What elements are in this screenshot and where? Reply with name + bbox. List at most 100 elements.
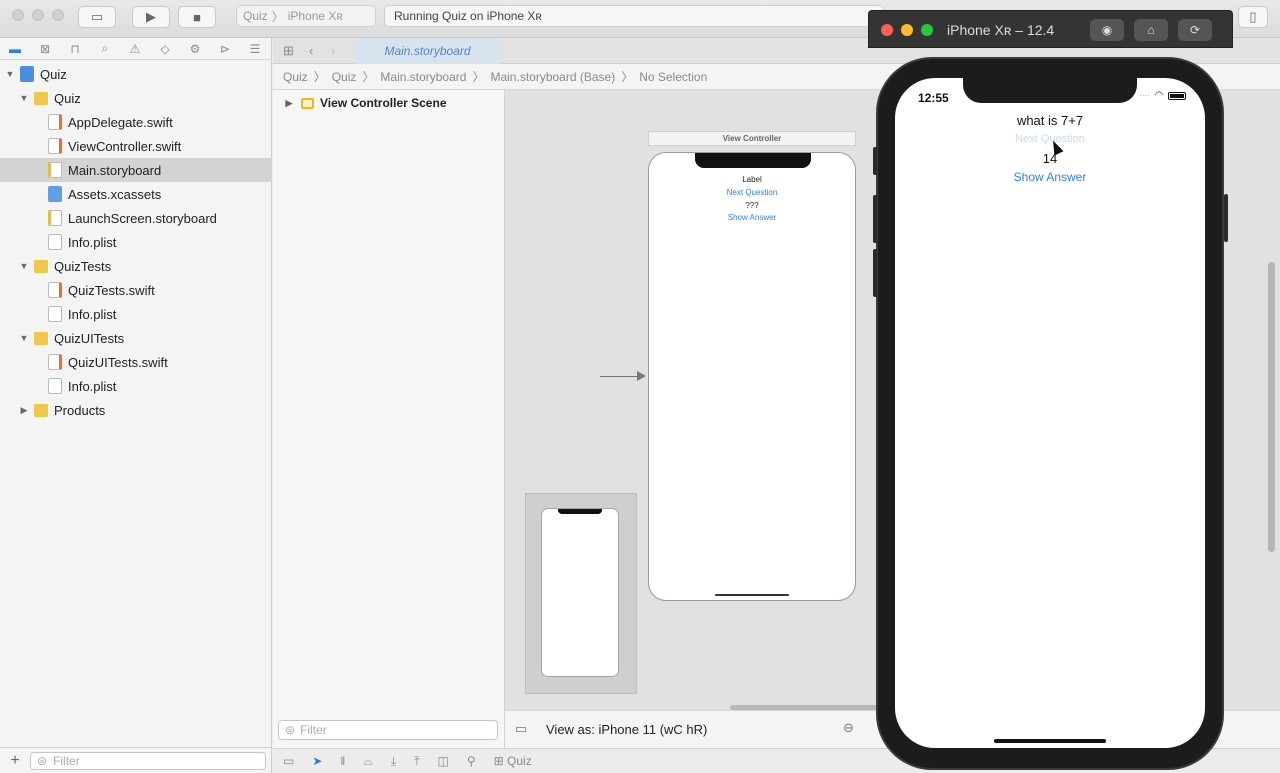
- initial-vc-arrow[interactable]: [600, 376, 642, 377]
- close-window-button[interactable]: [12, 9, 24, 21]
- tab-main-storyboard[interactable]: Main.storyboard: [355, 38, 500, 64]
- answer-label[interactable]: ???: [649, 201, 855, 210]
- step-in-icon[interactable]: ⤓: [391, 754, 396, 769]
- symbol-icon[interactable]: ⊓: [60, 42, 90, 56]
- filter-icon: ⊜: [285, 723, 296, 737]
- show-outline-icon[interactable]: ▭: [515, 721, 527, 737]
- sim-minimize-button[interactable]: [901, 24, 913, 36]
- jump-bar-item[interactable]: Quiz: [283, 70, 308, 84]
- device-notch: [558, 509, 602, 514]
- breakpoints-toggle-icon[interactable]: ➤: [312, 754, 322, 768]
- step-over-icon[interactable]: ⌓: [363, 754, 373, 769]
- swift-file-icon: [48, 282, 62, 298]
- simulator-device: 12:55 ···· ◠ what is 7+7 Next Question 1…: [873, 57, 1228, 770]
- jump-bar-item[interactable]: No Selection: [639, 70, 707, 84]
- file-tree-row[interactable]: ViewController.swift: [0, 134, 272, 158]
- side-button: [1224, 194, 1228, 242]
- disclosure-triangle-icon[interactable]: ▼: [18, 333, 30, 343]
- sb-file-icon: [48, 210, 62, 226]
- swift-file-icon: [48, 138, 62, 154]
- app-icon: ⊞: [493, 754, 504, 768]
- file-tree-row[interactable]: ▼ Quiz: [0, 62, 272, 86]
- debug-target-label: Quiz: [507, 754, 532, 768]
- navigator-filter-input[interactable]: ⊜ Filter: [30, 751, 266, 770]
- file-tree-row[interactable]: Assets.xcassets: [0, 182, 272, 206]
- disclosure-triangle-icon[interactable]: ▼: [4, 69, 16, 79]
- step-out-icon[interactable]: ⤒: [414, 754, 419, 769]
- activity-text: Running Quiz on iPhone Xʀ: [394, 9, 542, 23]
- breakpoint-icon[interactable]: ⊳: [210, 42, 240, 56]
- document-outline: ▶ View Controller Scene ⊜ Filter: [273, 90, 505, 773]
- mute-switch: [873, 147, 877, 175]
- sb-file-icon: [48, 162, 62, 178]
- toggle-navigator-button[interactable]: ▭: [78, 6, 116, 28]
- filter-placeholder: Filter: [53, 753, 80, 768]
- search-icon[interactable]: ⌕: [90, 41, 120, 56]
- rotate-button[interactable]: ⟳: [1178, 19, 1212, 41]
- debug-target[interactable]: ⊞ Quiz: [494, 754, 532, 768]
- sim-close-button[interactable]: [881, 24, 893, 36]
- sim-zoom-button[interactable]: [921, 24, 933, 36]
- back-arrow-icon[interactable]: ‹: [309, 43, 313, 58]
- navigator-filter-bar: + ⊜ Filter: [0, 747, 272, 773]
- file-tree-row[interactable]: Info.plist: [0, 302, 272, 326]
- related-items-icon[interactable]: ⊞: [283, 43, 294, 59]
- view-hierarchy-icon[interactable]: ◫: [438, 754, 449, 768]
- chevron-right-icon: 〉: [362, 70, 375, 84]
- file-tree-row[interactable]: LaunchScreen.storyboard: [0, 206, 272, 230]
- toggle-inspector-button[interactable]: ▯: [1238, 6, 1268, 28]
- file-tree-row[interactable]: AppDelegate.swift: [0, 110, 272, 134]
- forward-arrow-icon[interactable]: ›: [331, 43, 335, 58]
- debug-icon[interactable]: ⚙: [180, 42, 210, 56]
- folder-file-icon: [34, 331, 48, 345]
- filter-icon: ⊜: [37, 753, 48, 768]
- memory-graph-icon[interactable]: ⚲: [467, 754, 476, 768]
- home-button[interactable]: ⌂: [1134, 19, 1168, 41]
- file-tree-row[interactable]: QuizTests.swift: [0, 278, 272, 302]
- hide-debug-area-icon[interactable]: ▭: [283, 754, 294, 768]
- file-tree-row[interactable]: ▼ QuizUITests: [0, 326, 272, 350]
- file-tree-row[interactable]: Info.plist: [0, 374, 272, 398]
- jump-bar-item[interactable]: Main.storyboard (Base): [490, 70, 615, 84]
- stop-button[interactable]: ■: [178, 6, 216, 28]
- activity-viewer: Running Quiz on iPhone Xʀ: [384, 5, 884, 27]
- issue-icon[interactable]: ⚠: [120, 42, 150, 56]
- simulator-screen[interactable]: 12:55 ···· ◠ what is 7+7 Next Question 1…: [895, 78, 1205, 748]
- disclosure-triangle-icon[interactable]: ▼: [18, 261, 30, 271]
- vertical-scrollbar[interactable]: [1268, 262, 1275, 552]
- test-icon[interactable]: ◇: [150, 42, 180, 56]
- file-tree-row[interactable]: ▼ QuizTests: [0, 254, 272, 278]
- file-tree-row[interactable]: ▶ Products: [0, 398, 272, 422]
- scheme-selector[interactable]: Quiz 〉 iPhone Xʀ: [236, 5, 376, 27]
- zoom-out-icon[interactable]: ⊖: [843, 720, 854, 736]
- source-control-icon[interactable]: ⊠: [30, 42, 60, 56]
- show-answer-button[interactable]: Show Answer: [895, 170, 1205, 184]
- report-icon[interactable]: ☰: [240, 42, 270, 56]
- minimize-window-button[interactable]: [32, 9, 44, 21]
- view-as-device[interactable]: View as: iPhone 11 (wC hR): [546, 722, 707, 737]
- pause-icon[interactable]: ‖: [340, 754, 345, 768]
- file-tree-row[interactable]: ▼ Quiz: [0, 86, 272, 110]
- next-question-button[interactable]: Next Question: [649, 188, 855, 197]
- storyboard-view-controller[interactable]: Label Next Question ??? Show Answer: [648, 152, 856, 601]
- run-button[interactable]: ▶: [132, 6, 170, 28]
- jump-bar-item[interactable]: Main.storyboard: [380, 70, 466, 84]
- jump-bar-item[interactable]: Quiz: [332, 70, 357, 84]
- file-tree-row[interactable]: QuizUITests.swift: [0, 350, 272, 374]
- view-controller-title-bar[interactable]: View Controller: [648, 131, 856, 146]
- file-tree-label: Info.plist: [68, 234, 117, 250]
- folder-icon[interactable]: ▬: [0, 42, 30, 56]
- disclosure-triangle-icon[interactable]: ▶: [283, 98, 295, 109]
- screenshot-button[interactable]: ◉: [1090, 19, 1124, 41]
- minimap[interactable]: [525, 493, 637, 694]
- disclosure-triangle-icon[interactable]: ▶: [18, 405, 30, 416]
- file-tree-row[interactable]: Main.storyboard: [0, 158, 272, 182]
- zoom-window-button[interactable]: [52, 9, 64, 21]
- add-icon[interactable]: +: [0, 752, 30, 770]
- outline-filter-input[interactable]: ⊜ Filter: [278, 720, 498, 740]
- disclosure-triangle-icon[interactable]: ▼: [18, 93, 30, 103]
- question-label[interactable]: Label: [649, 175, 855, 184]
- outline-scene-row[interactable]: ▶ View Controller Scene: [283, 96, 447, 110]
- file-tree-row[interactable]: Info.plist: [0, 230, 272, 254]
- show-answer-button[interactable]: Show Answer: [649, 213, 855, 222]
